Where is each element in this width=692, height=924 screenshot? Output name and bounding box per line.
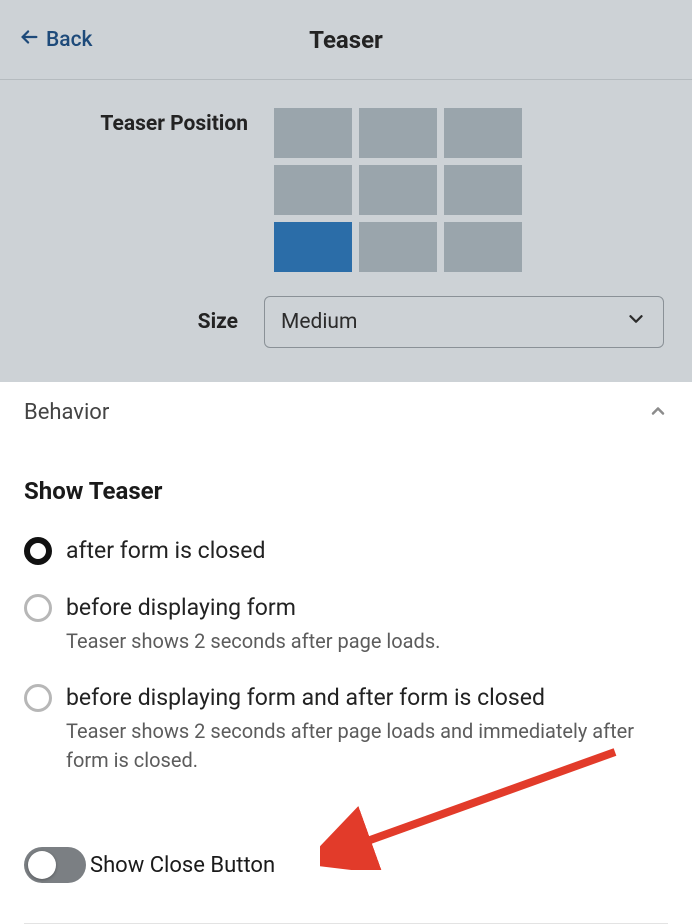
back-button[interactable]: Back bbox=[0, 26, 93, 54]
show-close-button-label: Show Close Button bbox=[90, 853, 275, 878]
position-cell-7[interactable] bbox=[359, 222, 437, 272]
radio-option-before-display[interactable]: before displaying form Teaser shows 2 se… bbox=[24, 584, 668, 674]
behavior-section-header[interactable]: Behavior bbox=[24, 382, 668, 439]
radio-icon bbox=[24, 684, 52, 712]
radio-text: before displaying form Teaser shows 2 se… bbox=[66, 592, 668, 656]
radio-icon bbox=[24, 537, 52, 565]
header-bar: Back Teaser bbox=[0, 0, 692, 80]
radio-label: before displaying form bbox=[66, 592, 668, 623]
page-title: Teaser bbox=[309, 26, 383, 54]
toggle-knob bbox=[28, 851, 56, 879]
position-cell-1[interactable] bbox=[359, 108, 437, 158]
back-label: Back bbox=[46, 28, 93, 52]
radio-label: before displaying form and after form is… bbox=[66, 682, 668, 713]
position-cell-0[interactable] bbox=[274, 108, 352, 158]
position-cell-6[interactable] bbox=[274, 222, 352, 272]
size-select[interactable]: Medium bbox=[264, 296, 664, 348]
radio-option-before-and-after[interactable]: before displaying form and after form is… bbox=[24, 674, 668, 793]
radio-label: after form is closed bbox=[66, 535, 668, 566]
arrow-left-icon bbox=[18, 26, 40, 54]
radio-icon bbox=[24, 594, 52, 622]
position-cell-8[interactable] bbox=[444, 222, 522, 272]
position-cell-2[interactable] bbox=[444, 108, 522, 158]
show-close-button-row: Show Close Button bbox=[24, 793, 668, 913]
chevron-up-icon bbox=[648, 401, 668, 425]
behavior-title: Behavior bbox=[24, 400, 109, 425]
position-cell-3[interactable] bbox=[274, 165, 352, 215]
radio-option-after-closed[interactable]: after form is closed bbox=[24, 527, 668, 584]
radio-text: after form is closed bbox=[66, 535, 668, 566]
radio-subtext: Teaser shows 2 seconds after page loads … bbox=[66, 713, 668, 775]
show-teaser-heading: Show Teaser bbox=[24, 439, 668, 527]
teaser-position-label: Teaser Position bbox=[24, 108, 274, 136]
chevron-down-icon bbox=[625, 308, 647, 336]
teaser-settings-dimmed-panel: Back Teaser Teaser Position Size Medium bbox=[0, 0, 692, 382]
radio-subtext: Teaser shows 2 seconds after page loads. bbox=[66, 623, 668, 656]
position-cell-5[interactable] bbox=[444, 165, 522, 215]
position-cell-4[interactable] bbox=[359, 165, 437, 215]
size-label: Size bbox=[24, 310, 264, 334]
radio-text: before displaying form and after form is… bbox=[66, 682, 668, 775]
size-value: Medium bbox=[281, 310, 357, 334]
position-grid bbox=[274, 108, 522, 272]
teaser-position-row: Teaser Position bbox=[0, 80, 692, 290]
show-close-button-toggle[interactable] bbox=[24, 847, 86, 883]
behavior-section: Behavior Show Teaser after form is close… bbox=[0, 382, 692, 924]
size-row: Size Medium bbox=[0, 290, 692, 382]
